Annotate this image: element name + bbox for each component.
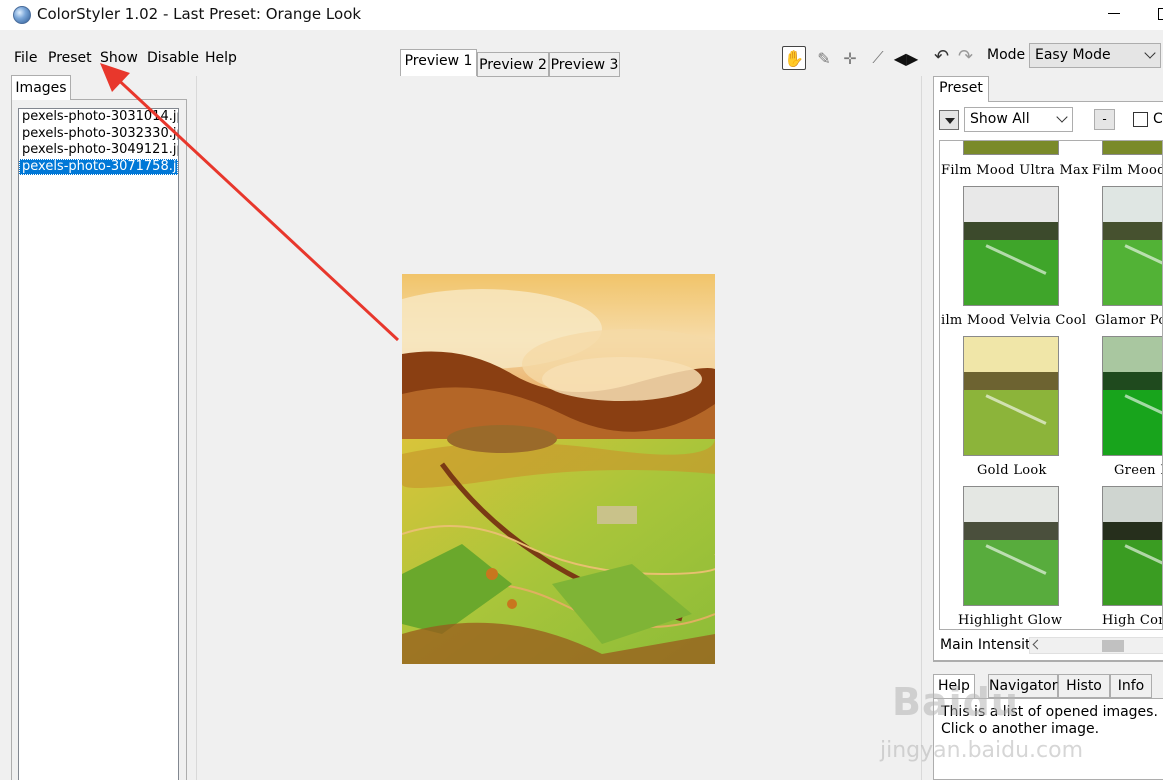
tab-info[interactable]: Info	[1110, 674, 1152, 698]
remove-preset-button[interactable]: -	[1094, 109, 1115, 130]
tab-preview-1[interactable]: Preview 1	[400, 49, 477, 76]
tab-preview-2[interactable]: Preview 2	[477, 52, 549, 77]
tab-images[interactable]: Images	[11, 75, 71, 100]
app-logo-icon	[13, 6, 31, 24]
brush-icon[interactable]: ⟋	[866, 46, 890, 70]
preset-checkbox-label: C	[1153, 111, 1163, 127]
mode-label: Mode	[987, 47, 1026, 63]
preset-grid[interactable]: Film Mood Ultra Max Film Mood ilm Mood V…	[939, 140, 1163, 630]
list-item-selected[interactable]: pexels-photo-3071758.jpg	[19, 158, 178, 175]
preset-filter-select[interactable]: Show All	[964, 107, 1073, 132]
menu-disable[interactable]: Disable	[147, 50, 199, 66]
main-intensity-slider[interactable]	[1029, 637, 1163, 654]
slider-thumb[interactable]	[1102, 640, 1124, 652]
preset-caption: Glamor Po	[1095, 313, 1163, 328]
preset-thumbnail[interactable]	[1102, 336, 1162, 456]
minimize-icon[interactable]	[1108, 13, 1120, 14]
preset-filter-value: Show All	[970, 111, 1030, 127]
preset-checkbox[interactable]	[1133, 112, 1148, 127]
menu-help[interactable]: Help	[205, 50, 237, 66]
preset-menu-button[interactable]	[939, 110, 959, 130]
preset-thumbnail[interactable]	[963, 336, 1059, 456]
watermark-url: jingyan.baidu.com	[880, 738, 1084, 763]
preset-thumbnail[interactable]	[1102, 141, 1162, 155]
eyedropper-icon[interactable]: ✎	[812, 46, 836, 70]
preset-caption: Highlight Glow	[958, 613, 1063, 628]
landscape-photo-art	[402, 274, 715, 664]
tab-preset[interactable]: Preset	[933, 76, 989, 102]
mode-select[interactable]: Easy Mode	[1029, 43, 1161, 68]
redo-icon[interactable]: ↷	[958, 46, 973, 67]
preset-thumbnail[interactable]	[1102, 186, 1162, 306]
preset-caption: ilm Mood Velvia Cool	[941, 313, 1087, 328]
undo-icon[interactable]: ↶	[934, 46, 949, 67]
preset-thumbnail[interactable]	[1102, 486, 1162, 606]
preview-image[interactable]	[402, 274, 715, 664]
tab-histo[interactable]: Histo	[1058, 674, 1110, 698]
images-list[interactable]: pexels-photo-3031014.jpg pexels-photo-30…	[18, 108, 179, 780]
preset-caption: High Con	[1102, 613, 1163, 628]
preset-caption: Green L	[1114, 463, 1162, 478]
window-title: ColorStyler 1.02 - Last Preset: Orange L…	[37, 5, 362, 23]
hand-icon[interactable]: ✋	[782, 46, 806, 70]
menu-show[interactable]: Show	[100, 50, 138, 66]
chevron-down-icon	[1056, 111, 1068, 123]
mode-select-value: Easy Mode	[1035, 47, 1111, 63]
preset-thumbnail[interactable]	[963, 186, 1059, 306]
main-intensity-label: Main Intensity	[940, 637, 1039, 653]
tab-preview-3[interactable]: Preview 3	[549, 52, 620, 77]
menu-preset[interactable]: Preset	[48, 50, 92, 66]
list-item[interactable]: pexels-photo-3049121.jpg	[19, 142, 178, 159]
list-item[interactable]: pexels-photo-3032330.jpg	[19, 126, 178, 143]
chevron-down-icon	[1144, 47, 1156, 59]
preset-thumbnail[interactable]	[963, 141, 1059, 155]
watermark-brand: Baidu	[892, 680, 1019, 724]
preset-thumbnail[interactable]	[963, 486, 1059, 606]
preset-caption: Film Mood Ultra Max	[941, 163, 1089, 178]
crosshair-icon[interactable]: ✛	[838, 46, 862, 70]
maximize-icon[interactable]	[1158, 8, 1163, 20]
menu-file[interactable]: File	[14, 50, 37, 66]
preset-caption: Gold Look	[977, 463, 1047, 478]
split-compare-icon[interactable]: ◀▶	[894, 46, 919, 70]
preset-caption: Film Mood	[1092, 163, 1163, 178]
title-bar: ColorStyler 1.02 - Last Preset: Orange L…	[0, 0, 1163, 30]
chevron-left-icon[interactable]	[1032, 639, 1043, 650]
list-item[interactable]: pexels-photo-3031014.jpg	[19, 109, 178, 126]
